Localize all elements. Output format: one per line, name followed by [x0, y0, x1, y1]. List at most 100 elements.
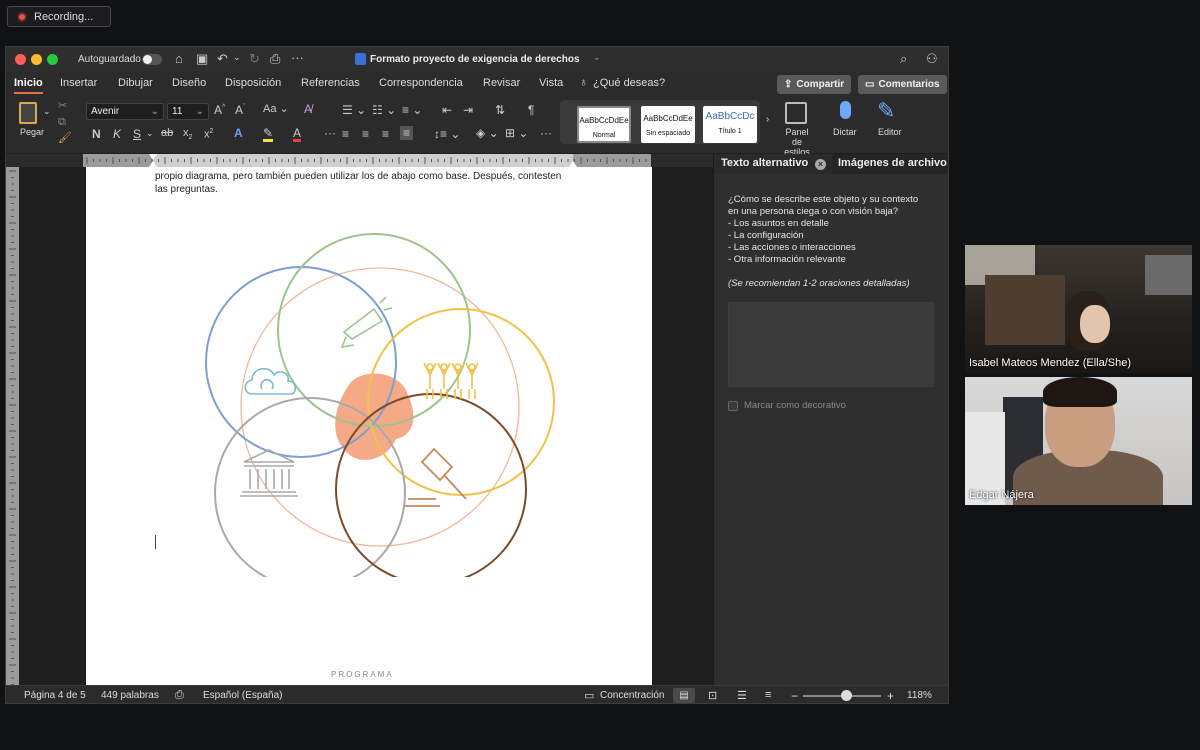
- dictate-label[interactable]: Dictar: [833, 127, 857, 137]
- alt-text-input[interactable]: [728, 302, 934, 387]
- multilevel-list-icon[interactable]: ≡ ⌄: [402, 104, 422, 116]
- clipboard-icon[interactable]: [19, 102, 37, 124]
- shrink-font-icon[interactable]: Aˇ: [235, 104, 245, 116]
- increase-indent-icon[interactable]: ⇥: [463, 104, 473, 116]
- highlight-icon[interactable]: ✎: [263, 127, 274, 142]
- tab-dibujar[interactable]: Dibujar: [118, 77, 153, 89]
- text-effects-icon[interactable]: A: [234, 127, 243, 139]
- participant-video-1[interactable]: Isabel Mateos Mendez (Ella/She): [965, 245, 1192, 373]
- copy-icon[interactable]: ⧉: [58, 117, 66, 128]
- paragraph-line-1[interactable]: propio diagrama, pero también pueden uti…: [155, 170, 561, 183]
- tab-referencias[interactable]: Referencias: [301, 77, 360, 89]
- align-left-icon[interactable]: ≡: [342, 128, 349, 140]
- tell-me-search[interactable]: ¿Qué deseas?: [593, 77, 665, 89]
- style-sin-espaciado[interactable]: AaBbCcDdEe Sin espaciado: [641, 106, 695, 143]
- font-color-icon[interactable]: A: [293, 127, 302, 142]
- print-layout-icon[interactable]: ▤: [673, 688, 695, 703]
- page-count[interactable]: Página 4 de 5: [24, 690, 86, 701]
- language[interactable]: Español (España): [203, 690, 283, 701]
- superscript-icon[interactable]: x2: [204, 128, 213, 141]
- undo-icon[interactable]: ↶: [217, 52, 228, 65]
- autosave-toggle[interactable]: [142, 54, 162, 65]
- print-icon[interactable]: ⎙: [270, 52, 280, 65]
- document-canvas[interactable]: propio diagrama, pero también pueden uti…: [19, 167, 713, 685]
- show-marks-icon[interactable]: ¶: [528, 104, 534, 116]
- title-chevron-icon[interactable]: ⌄: [593, 53, 601, 62]
- document-page[interactable]: propio diagrama, pero también pueden uti…: [86, 167, 652, 685]
- tab-diseno[interactable]: Diseño: [172, 77, 206, 89]
- style-titulo-1[interactable]: AaBbCcDc Título 1: [703, 106, 757, 143]
- shading-icon[interactable]: ◈ ⌄: [476, 127, 499, 139]
- close-window-button[interactable]: [15, 54, 26, 65]
- styles-pane-label[interactable]: Panel de estilos: [780, 127, 814, 157]
- minimize-window-button[interactable]: [31, 54, 42, 65]
- share-button[interactable]: ⇪ Compartir: [777, 75, 852, 94]
- styles-pane-icon[interactable]: [785, 102, 807, 124]
- format-painter-icon[interactable]: 🖌: [58, 133, 72, 144]
- web-layout-icon[interactable]: ⊡: [708, 689, 717, 702]
- account-icon[interactable]: ⚇: [926, 52, 938, 65]
- focus-icon[interactable]: ▭: [584, 689, 594, 702]
- style-normal[interactable]: AaBbCcDdEe Normal: [577, 106, 631, 143]
- participant-video-2[interactable]: Edgar Nájera: [965, 377, 1192, 505]
- editor-label[interactable]: Editor: [878, 127, 902, 137]
- more-icon[interactable]: ···: [540, 127, 552, 139]
- search-icon[interactable]: ⌕: [900, 52, 907, 65]
- draft-view-icon[interactable]: ≡: [765, 689, 771, 701]
- vertical-ruler[interactable]: [6, 167, 19, 685]
- clear-formatting-icon[interactable]: A̸: [304, 103, 312, 115]
- underline-icon[interactable]: S: [133, 128, 141, 140]
- numbering-icon[interactable]: ☷ ⌄: [372, 104, 396, 116]
- editor-icon[interactable]: ✎: [877, 100, 895, 122]
- focus-label[interactable]: Concentración: [600, 690, 664, 701]
- decorative-checkbox[interactable]: [728, 401, 738, 411]
- bold-icon[interactable]: N: [92, 128, 101, 140]
- strikethrough-icon[interactable]: ab: [161, 128, 173, 139]
- paste-dropdown-icon[interactable]: ⌄: [43, 107, 51, 116]
- close-icon[interactable]: ×: [815, 159, 826, 170]
- zoom-in-icon[interactable]: +: [887, 689, 894, 703]
- rights-diagram[interactable]: [196, 217, 556, 577]
- zoom-out-icon[interactable]: −: [791, 689, 798, 703]
- undo-dropdown-icon[interactable]: ⌄: [233, 53, 241, 62]
- paragraph-line-2[interactable]: las preguntas.: [155, 183, 218, 196]
- comments-button[interactable]: ▭ Comentarios: [858, 75, 947, 94]
- line-spacing-icon[interactable]: ↕≡ ⌄: [434, 128, 460, 140]
- redo-icon[interactable]: ↻: [249, 52, 260, 65]
- word-count[interactable]: 449 palabras: [101, 690, 159, 701]
- tab-correspondencia[interactable]: Correspondencia: [379, 77, 463, 89]
- decrease-indent-icon[interactable]: ⇤: [442, 104, 452, 116]
- tab-vista[interactable]: Vista: [539, 77, 563, 89]
- justify-icon[interactable]: ≡: [400, 126, 414, 140]
- zoom-slider-thumb[interactable]: [840, 690, 852, 701]
- tab-inicio[interactable]: Inicio: [14, 77, 43, 94]
- cut-icon[interactable]: ✂: [58, 101, 67, 112]
- bullets-icon[interactable]: ☰ ⌄: [342, 104, 366, 116]
- proofing-icon[interactable]: ⎙: [175, 689, 184, 702]
- subscript-icon[interactable]: x2: [183, 127, 192, 141]
- zoom-window-button[interactable]: [47, 54, 58, 65]
- font-size-select[interactable]: 11 ⌄: [167, 103, 209, 120]
- save-icon[interactable]: ▣: [196, 52, 208, 65]
- more-icon[interactable]: ···: [291, 51, 304, 64]
- more-icon[interactable]: ···: [324, 127, 336, 139]
- tab-stock-images[interactable]: Imágenes de archivo: [838, 157, 947, 169]
- tab-alt-text[interactable]: Texto alternativo: [721, 157, 808, 169]
- styles-expand-icon[interactable]: ›: [766, 115, 769, 125]
- tab-insertar[interactable]: Insertar: [60, 77, 97, 89]
- decorative-label[interactable]: Marcar como decorativo: [744, 400, 846, 412]
- underline-dropdown-icon[interactable]: ⌄: [146, 129, 154, 138]
- zoom-level[interactable]: 118%: [907, 690, 932, 701]
- document-title[interactable]: Formato proyecto de exigencia de derecho…: [370, 54, 580, 65]
- home-icon[interactable]: ⌂: [175, 52, 183, 65]
- align-center-icon[interactable]: ≡: [362, 128, 369, 140]
- sort-icon[interactable]: ⇅: [495, 104, 505, 116]
- grow-font-icon[interactable]: A^: [214, 104, 225, 116]
- borders-icon[interactable]: ⊞ ⌄: [505, 127, 528, 139]
- outline-view-icon[interactable]: ☰: [737, 689, 747, 702]
- change-case-icon[interactable]: Aa ⌄: [263, 104, 289, 115]
- horizontal-ruler[interactable]: [83, 154, 651, 167]
- tab-revisar[interactable]: Revisar: [483, 77, 520, 89]
- tab-disposicion[interactable]: Disposición: [225, 77, 281, 89]
- font-name-select[interactable]: Avenir ⌄: [86, 103, 164, 120]
